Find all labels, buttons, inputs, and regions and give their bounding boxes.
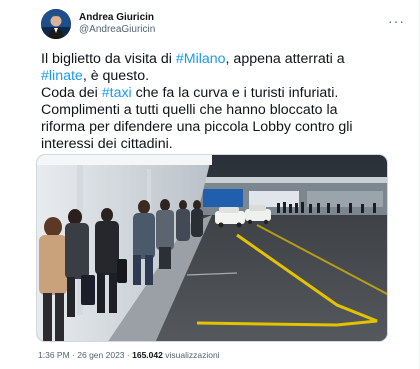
tweet-text-line-2: #linate, è questo. bbox=[41, 68, 413, 85]
tweet-text-line-3: Coda dei #taxi che fa la curva e i turis… bbox=[41, 85, 413, 102]
meta-separator: · bbox=[72, 350, 75, 360]
views-count: 165.042 bbox=[132, 350, 163, 360]
text-fragment: Coda dei bbox=[41, 85, 102, 101]
tweet[interactable]: Andrea Giuricin @AndreaGiuricin ··· Il b… bbox=[0, 0, 420, 369]
hashtag-milano[interactable]: #Milano bbox=[176, 51, 226, 67]
author-name[interactable]: Andrea Giuricin bbox=[79, 12, 155, 24]
tweet-date[interactable]: 26 gen 2023 bbox=[77, 350, 124, 360]
hashtag-linate[interactable]: #linate bbox=[41, 68, 83, 84]
meta-separator: · bbox=[126, 350, 130, 360]
tweet-meta: 1:36 PM · 26 gen 2023 · 165.042 visualiz… bbox=[38, 350, 220, 360]
author-block: Andrea Giuricin @AndreaGiuricin bbox=[79, 12, 155, 36]
tweet-text-line-1: Il biglietto da visita di #Milano, appen… bbox=[41, 51, 413, 68]
tweet-text-line-6: interessi dei cittadini. bbox=[41, 136, 173, 152]
hashtag-taxi[interactable]: #taxi bbox=[102, 85, 132, 101]
views-label: visualizzazioni bbox=[165, 350, 220, 360]
tweet-photo[interactable] bbox=[36, 154, 388, 342]
tweet-text-line-5: riforma per difendere una piccola Lobby … bbox=[41, 119, 353, 135]
text-fragment: che fa la curva e i turisti infuriati. bbox=[131, 85, 339, 101]
text-fragment: Il biglietto da visita di bbox=[41, 51, 176, 67]
tweet-time[interactable]: 1:36 PM bbox=[38, 350, 70, 360]
more-dots-icon[interactable]: ··· bbox=[388, 14, 405, 28]
taxi-queue-photo bbox=[37, 155, 387, 341]
text-fragment: , appena atterrati a bbox=[225, 51, 345, 67]
tweet-text-line-4: Complimenti a tutti quelli che hanno blo… bbox=[41, 102, 338, 118]
text-fragment: , è questo. bbox=[82, 68, 150, 84]
author-handle[interactable]: @AndreaGiuricin bbox=[79, 24, 155, 36]
avatar[interactable] bbox=[41, 9, 71, 39]
tweet-text: Il biglietto da visita di #Milano, appen… bbox=[41, 51, 413, 153]
avatar-image bbox=[41, 9, 71, 39]
